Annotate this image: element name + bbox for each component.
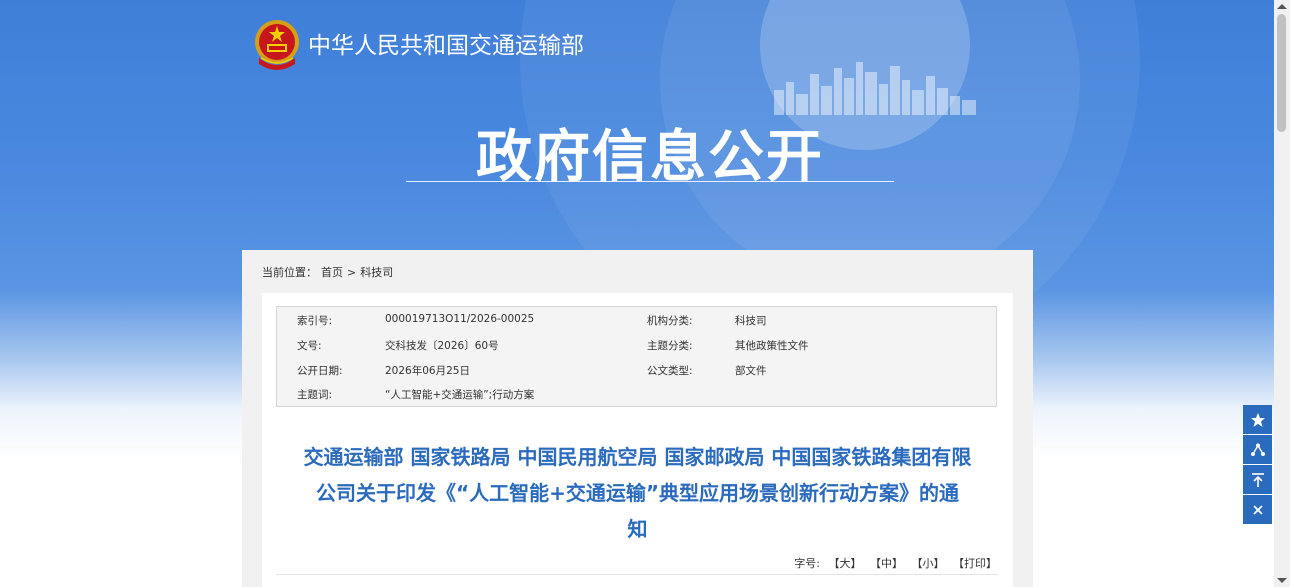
type-value: 部文件 — [735, 365, 767, 377]
breadcrumb-prefix: 当前位置： — [262, 266, 317, 279]
back-to-top-button[interactable] — [1243, 465, 1272, 494]
divider — [276, 574, 997, 575]
keyword-label: 主题词: — [297, 389, 333, 401]
document-title-line: 知 — [627, 517, 648, 541]
docno-label: 文号: — [297, 340, 322, 352]
breadcrumb-separator: > — [347, 266, 357, 279]
font-medium-button[interactable]: 【中】 — [870, 557, 903, 570]
font-small-button[interactable]: 【小】 — [912, 557, 945, 570]
topic-label: 主题分类: — [647, 340, 693, 352]
breadcrumb-home-link[interactable]: 首页 — [321, 266, 343, 279]
national-emblem-logo — [255, 20, 299, 70]
font-size-label: 字号: — [794, 557, 820, 570]
document-metadata-table: 索引号: 000019713O11/2026-00025 机构分类: 科技司 文… — [276, 306, 997, 407]
close-toolbar-button[interactable] — [1243, 495, 1272, 524]
city-skyline-illustration — [774, 62, 976, 115]
org-label: 机构分类: — [647, 315, 693, 327]
document-title-line: 公司关于印发《“人工智能+交通运输”典型应用场景创新行动方案》的通 — [315, 481, 960, 505]
scroll-down-arrow-icon[interactable] — [1277, 578, 1287, 583]
breadcrumb: 当前位置： 首页 > 科技司 — [262, 264, 397, 280]
vertical-scrollbar[interactable] — [1274, 0, 1290, 587]
article-container: 索引号: 000019713O11/2026-00025 机构分类: 科技司 文… — [262, 293, 1013, 587]
breadcrumb-current-link[interactable]: 科技司 — [360, 266, 393, 279]
topic-value: 其他政策性文件 — [735, 340, 809, 352]
ministry-name[interactable]: 中华人民共和国交通运输部 — [308, 26, 584, 60]
font-large-button[interactable]: 【大】 — [829, 557, 862, 570]
scrollbar-thumb[interactable] — [1277, 14, 1286, 132]
index-value: 000019713O11/2026-00025 — [385, 313, 535, 325]
share-button[interactable] — [1243, 435, 1272, 464]
keyword-value: “人工智能+交通运输”;行动方案 — [385, 389, 535, 401]
index-label: 索引号: — [297, 315, 333, 327]
document-title: 交通运输部 国家铁路局 中国民用航空局 国家邮政局 中国国家铁路集团有限 公司关… — [272, 439, 1003, 547]
scroll-up-arrow-icon[interactable] — [1277, 4, 1287, 9]
docno-value: 交科技发〔2026〕60号 — [385, 340, 499, 352]
star-icon — [1250, 412, 1265, 427]
favorite-button[interactable] — [1243, 405, 1272, 434]
date-label: 公开日期: — [297, 365, 343, 377]
content-panel: 当前位置： 首页 > 科技司 索引号: 000019713O11/2026-00025… — [242, 250, 1033, 587]
print-button[interactable]: 【打印】 — [953, 557, 997, 570]
date-value: 2026年06月25日 — [385, 365, 470, 377]
title-divider — [406, 181, 894, 182]
floating-toolbar — [1243, 405, 1272, 525]
close-icon — [1252, 504, 1263, 515]
font-size-controls: 字号: 【大】 【中】 【小】 【打印】 — [794, 555, 997, 571]
org-value: 科技司 — [735, 315, 767, 327]
back-to-top-icon — [1251, 472, 1264, 487]
document-title-line: 交通运输部 国家铁路局 中国民用航空局 国家邮政局 中国国家铁路集团有限 — [303, 445, 972, 469]
type-label: 公文类型: — [647, 365, 693, 377]
share-icon — [1250, 443, 1265, 456]
